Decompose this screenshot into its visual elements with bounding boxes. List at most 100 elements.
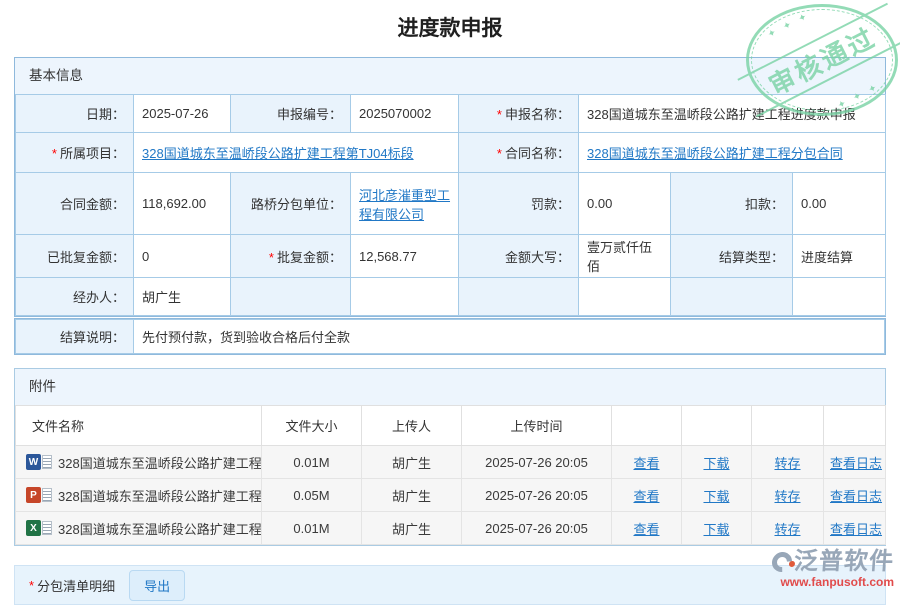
project-label: *所属项目： (16, 133, 134, 173)
penalty-value: 0.00 (579, 173, 671, 235)
subcontract-unit-label: 路桥分包单位： (231, 173, 351, 235)
empty-label-cell (231, 278, 351, 316)
table-row: *所属项目： 328国道城东至温峤段公路扩建工程第TJ04标段 *合同名称： 3… (16, 133, 886, 173)
file-name-column-header: 文件名称 (16, 406, 262, 446)
download-link[interactable]: 下载 (703, 522, 729, 537)
empty-label-cell (671, 278, 793, 316)
table-row: 已批复金额： 0 *批复金额： 12,568.77 金额大写： 壹万贰仟伍佰 结… (16, 235, 886, 278)
download-link[interactable]: 下载 (703, 489, 729, 504)
file-upload-time: 2025-07-26 20:05 (462, 479, 612, 512)
required-marker: * (52, 146, 57, 161)
settle-note-table: 结算说明： 先付预付款，货到验收合格后付全款 (15, 319, 885, 354)
attachments-panel: 附件 文件名称 文件大小 上传人 上传时间 W 328国道城东至温峤段公路扩建工程… (14, 368, 886, 546)
attachment-row: W328国道城东至温峤段公路扩建工程 0.01M 胡广生 2025-07-26 … (16, 446, 886, 479)
empty-header-cell (682, 406, 752, 446)
amount-caps-label: 金额大写： (459, 235, 579, 278)
view-log-link[interactable]: 查看日志 (830, 522, 882, 537)
approval-amount-label: *批复金额： (231, 235, 351, 278)
transfer-link[interactable]: 转存 (774, 456, 800, 471)
attachment-row: X 328国道城东至温峤段公路扩建工程 0.01M 胡广生 2025-07-26 … (16, 512, 886, 545)
file-uploader: 胡广生 (362, 512, 462, 545)
fanpusoft-brand-name: 泛普软件 (793, 550, 895, 574)
deduction-label: 扣款： (671, 173, 793, 235)
approved-amount-value: 0 (134, 235, 231, 278)
required-marker: * (497, 107, 502, 122)
approved-amount-label: 已批复金额： (16, 235, 134, 278)
basic-info-panel: 基本信息 日期： 2025-07-26 申报编号： 2025070002 *申报… (14, 57, 886, 317)
empty-header-cell (612, 406, 682, 446)
project-link[interactable]: 328国道城东至温峤段公路扩建工程第TJ04标段 (142, 146, 414, 161)
file-size-column-header: 文件大小 (262, 406, 362, 446)
file-name: 328国道城东至温峤段公路扩建工程 (58, 522, 262, 537)
view-log-link[interactable]: 查看日志 (830, 456, 882, 471)
word-file-icon: W (26, 454, 52, 470)
file-size: 0.01M (262, 446, 362, 479)
settle-type-label: 结算类型： (671, 235, 793, 278)
file-name: 328国道城东至温峤段公路扩建工程 (58, 456, 262, 471)
download-link[interactable]: 下载 (703, 456, 729, 471)
contract-amount-value: 118,692.00 (134, 173, 231, 235)
export-button[interactable]: 导出 (129, 570, 185, 601)
settle-note-label: 结算说明： (16, 320, 134, 354)
empty-value-cell (579, 278, 671, 316)
attachments-table: 文件名称 文件大小 上传人 上传时间 W 328国道城东至温峤段公路扩建工程 0.… (15, 405, 886, 545)
declare-name-value: 328国道城东至温峤段公路扩建工程进度款申报 (579, 95, 886, 133)
required-marker: * (497, 146, 502, 161)
file-size: 0.05M (262, 479, 362, 512)
transfer-link[interactable]: 转存 (774, 522, 800, 537)
attachments-header: 附件 (15, 369, 885, 405)
operator-value: 胡广生 (134, 278, 231, 316)
amount-caps-value: 壹万贰仟伍佰 (579, 235, 671, 278)
subcontract-detail-bar: * 分包清单明细 导出 (14, 565, 886, 605)
basic-info-header: 基本信息 (15, 58, 885, 94)
required-marker: * (29, 578, 34, 593)
declare-name-label: *申报名称： (459, 95, 579, 133)
required-marker: * (269, 250, 274, 265)
declare-no-value: 2025070002 (351, 95, 459, 133)
file-uploader: 胡广生 (362, 479, 462, 512)
empty-header-cell (752, 406, 824, 446)
table-row: 结算说明： 先付预付款，货到验收合格后付全款 (16, 320, 885, 354)
approval-amount-value: 12,568.77 (351, 235, 459, 278)
file-uploader: 胡广生 (362, 446, 462, 479)
empty-value-cell (793, 278, 886, 316)
table-row: 日期： 2025-07-26 申报编号： 2025070002 *申报名称： 3… (16, 95, 886, 133)
page-title: 进度款申报 (0, 12, 900, 42)
file-upload-time: 2025-07-26 20:05 (462, 512, 612, 545)
attachments-header-row: 文件名称 文件大小 上传人 上传时间 (16, 406, 886, 446)
view-log-link[interactable]: 查看日志 (830, 489, 882, 504)
fanpusoft-watermark: 泛普软件 www.fanpusoft.com (772, 550, 894, 588)
attachment-row: P 328国道城东至温峤段公路扩建工程 0.05M 胡广生 2025-07-26 … (16, 479, 886, 512)
date-label: 日期： (16, 95, 134, 133)
contract-amount-label: 合同金额： (16, 173, 134, 235)
declare-no-label: 申报编号： (231, 95, 351, 133)
subcontract-detail-label: 分包清单明细 (37, 576, 115, 595)
contract-name-link[interactable]: 328国道城东至温峤段公路扩建工程分包合同 (587, 146, 843, 161)
table-row: 经办人： 胡广生 (16, 278, 886, 316)
file-name: 328国道城东至温峤段公路扩建工程 (58, 489, 262, 504)
empty-header-cell (824, 406, 886, 446)
subcontract-unit-link[interactable]: 河北彦漼重型工程有限公司 (359, 188, 450, 222)
settle-type-value: 进度结算 (793, 235, 886, 278)
settle-note-strip: 结算说明： 先付预付款，货到验收合格后付全款 (14, 318, 886, 355)
contract-name-label: *合同名称： (459, 133, 579, 173)
uploader-column-header: 上传人 (362, 406, 462, 446)
deduction-value: 0.00 (793, 173, 886, 235)
ppt-file-icon: P (26, 487, 52, 503)
view-link[interactable]: 查看 (633, 489, 659, 504)
view-link[interactable]: 查看 (633, 456, 659, 471)
penalty-label: 罚款： (459, 173, 579, 235)
settle-note-value: 先付预付款，货到验收合格后付全款 (134, 320, 885, 354)
excel-file-icon: X (26, 520, 52, 536)
operator-label: 经办人： (16, 278, 134, 316)
fanpusoft-logo-icon (768, 548, 796, 576)
view-link[interactable]: 查看 (633, 522, 659, 537)
empty-label-cell (459, 278, 579, 316)
table-row: 合同金额： 118,692.00 路桥分包单位： 河北彦漼重型工程有限公司 罚款… (16, 173, 886, 235)
upload-time-column-header: 上传时间 (462, 406, 612, 446)
fanpusoft-url: www.fanpusoft.com (772, 576, 894, 588)
basic-info-table: 日期： 2025-07-26 申报编号： 2025070002 *申报名称： 3… (15, 94, 886, 316)
date-value: 2025-07-26 (134, 95, 231, 133)
transfer-link[interactable]: 转存 (774, 489, 800, 504)
file-size: 0.01M (262, 512, 362, 545)
